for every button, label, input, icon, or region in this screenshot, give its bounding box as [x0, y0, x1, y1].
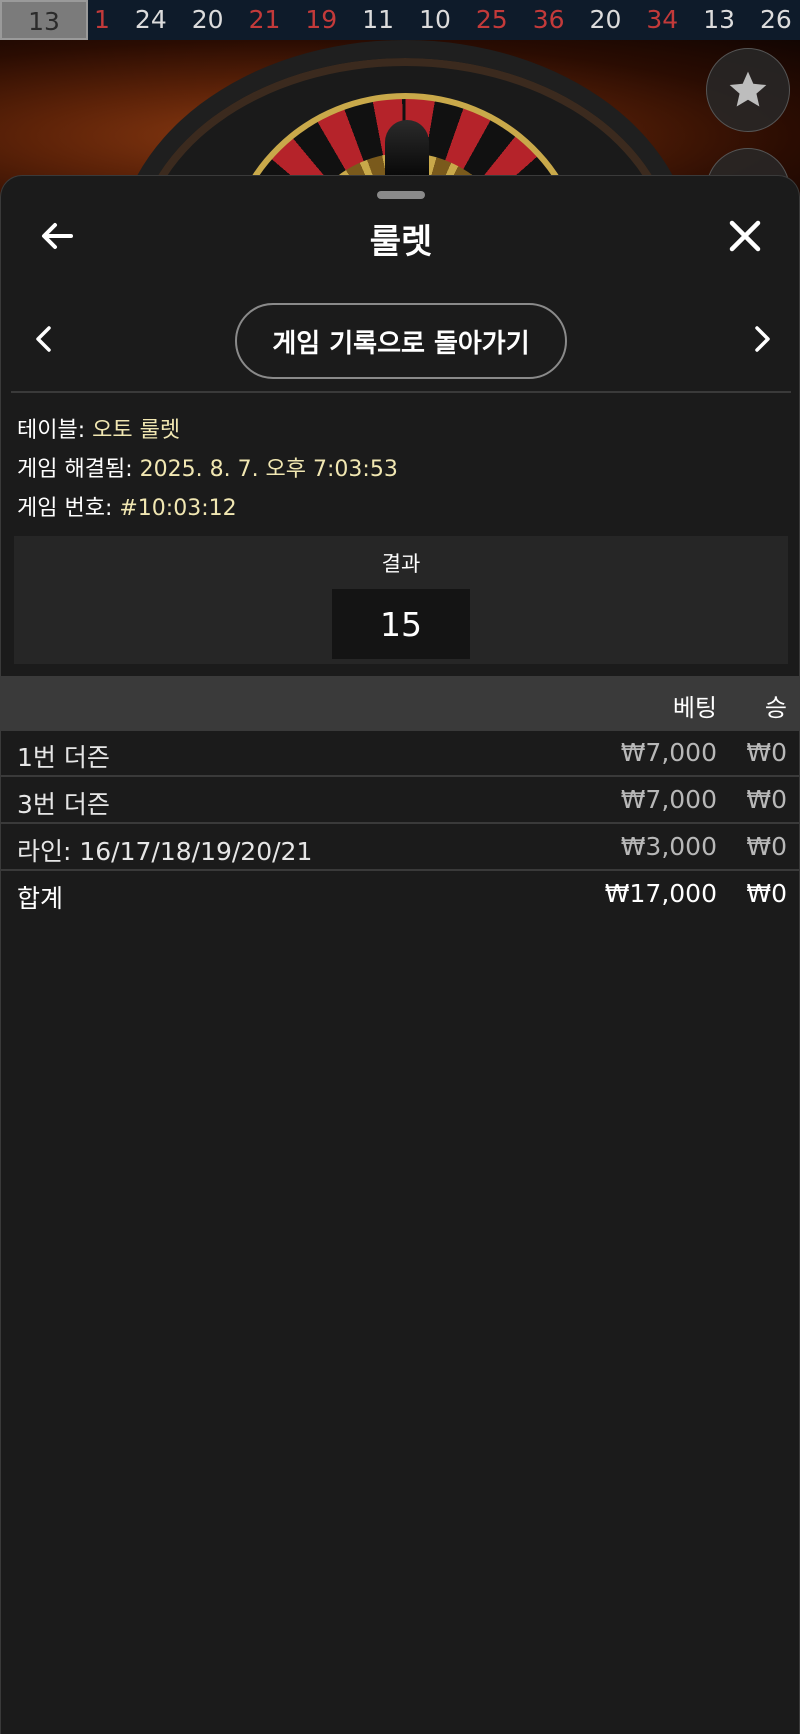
- history-number: 25: [475, 5, 508, 34]
- current-result-number: 13: [0, 0, 88, 40]
- chevron-left-icon: [36, 326, 51, 352]
- win-amount: ₩0: [746, 832, 787, 861]
- history-number: 19: [305, 5, 338, 34]
- total-label: 합계: [17, 884, 64, 913]
- win-amount: ₩0: [746, 738, 787, 767]
- table-value: 오토 룰렛: [92, 418, 181, 443]
- total-row: 합계 ₩17,000 ₩0: [1, 872, 800, 918]
- table-row: 1번 더즌 ₩7,000 ₩0: [1, 731, 800, 777]
- bet-amount: ₩7,000: [620, 785, 717, 814]
- table-row: 라인: 16/17/18/19/20/21 ₩3,000 ₩0: [1, 825, 800, 871]
- close-button[interactable]: [725, 216, 765, 256]
- favorite-button[interactable]: [706, 48, 790, 132]
- result-panel: 결과 15: [14, 536, 788, 664]
- total-bet-amount: ₩17,000: [604, 879, 717, 908]
- next-game-button[interactable]: [749, 324, 775, 354]
- history-strip: 13 1 24 20 21 19 11 10 25 36 20 34 13 26: [0, 0, 800, 40]
- win-column-header: 승: [764, 694, 787, 722]
- bet-name: 1번 더즌: [17, 743, 110, 772]
- game-number-value: #10:03:12: [119, 496, 237, 521]
- history-number: 20: [589, 5, 622, 34]
- bet-name: 3번 더즌: [17, 790, 110, 819]
- history-number: 1: [94, 5, 110, 34]
- resolved-value: 2025. 8. 7. 오후 7:03:53: [139, 457, 398, 482]
- history-number: 11: [362, 5, 395, 34]
- resolved-label: 게임 해결됨:: [17, 457, 133, 482]
- chevron-right-icon: [755, 326, 770, 352]
- win-amount: ₩0: [746, 785, 787, 814]
- history-number: 36: [532, 5, 565, 34]
- history-number: 26: [760, 5, 792, 34]
- bet-amount: ₩3,000: [620, 832, 717, 861]
- divider: [11, 391, 791, 393]
- history-number: 34: [646, 5, 679, 34]
- game-detail-sheet: 룰렛 게임 기록으로 돌아가기 테이블: 오토 룰렛 게임 해결됨: 2025.…: [0, 175, 800, 1734]
- star-icon: [729, 71, 767, 107]
- history-number: 10: [419, 5, 451, 34]
- table-label: 테이블:: [17, 418, 86, 443]
- result-number: 15: [332, 589, 470, 659]
- result-label: 결과: [381, 552, 421, 576]
- table-info: 테이블: 오토 룰렛: [17, 412, 180, 444]
- close-icon: [729, 220, 761, 252]
- bet-amount: ₩7,000: [620, 738, 717, 767]
- bets-table-header: 베팅 승: [1, 676, 800, 731]
- total-win-amount: ₩0: [746, 879, 787, 908]
- page-title: 룰렛: [369, 222, 433, 262]
- history-number: 21: [248, 5, 281, 34]
- history-number: 13: [703, 5, 736, 34]
- resolved-info: 게임 해결됨: 2025. 8. 7. 오후 7:03:53: [17, 451, 398, 483]
- table-row: 3번 더즌 ₩7,000 ₩0: [1, 778, 800, 824]
- bet-column-header: 베팅: [672, 694, 717, 722]
- game-number-label: 게임 번호:: [17, 496, 113, 521]
- back-to-history-button[interactable]: 게임 기록으로 돌아가기: [235, 303, 567, 379]
- history-number: 24: [134, 5, 167, 34]
- bet-name: 라인: 16/17/18/19/20/21: [17, 837, 313, 866]
- previous-game-button[interactable]: [31, 324, 57, 354]
- history-number: 20: [191, 5, 224, 34]
- game-number-info: 게임 번호: #10:03:12: [17, 490, 237, 522]
- sheet-drag-handle[interactable]: [377, 191, 425, 199]
